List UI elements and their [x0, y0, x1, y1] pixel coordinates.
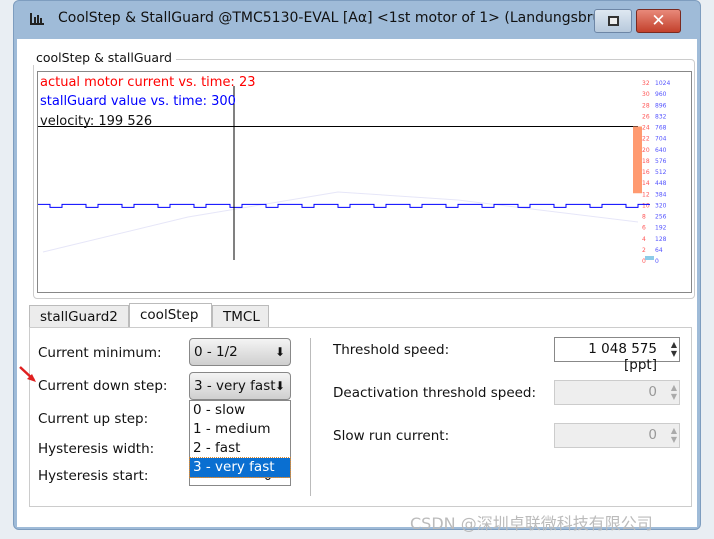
- right-tick-label: 256: [655, 214, 667, 221]
- red-arrow-annotation: [19, 366, 36, 382]
- coolstep-stallguard-window: CoolStep & StallGuard @TMC5130-EVAL [Aα]…: [13, 0, 701, 530]
- left-tick-label: 24: [642, 125, 650, 132]
- current-down-step-select[interactable]: 3 - very fast ⬇: [189, 372, 291, 400]
- tab-stallguard2[interactable]: stallGuard2: [29, 305, 129, 329]
- right-tick-label: 704: [655, 136, 667, 143]
- tab-tmcl[interactable]: TMCL: [212, 305, 269, 329]
- current-minimum-label: Current minimum:: [38, 345, 162, 361]
- threshold-speed-spinbox[interactable]: 1 048 575 [ppt] ▲ ▼: [554, 337, 680, 373]
- slow-run-current-label: Slow run current:: [333, 428, 450, 444]
- dropdown-option[interactable]: 0 - slow: [190, 401, 290, 420]
- coolstep-panel: Current minimum: 0 - 1/2 ⬇ Current down s…: [29, 327, 692, 507]
- current-minimum-value: 0 - 1/2: [194, 344, 238, 360]
- hysteresis-start-label: Hysteresis start:: [38, 468, 149, 484]
- current-down-step-dropdown: 0 - slow 1 - medium 2 - fast 3 - very fa…: [189, 400, 291, 478]
- tab-coolstep[interactable]: coolStep: [129, 303, 212, 330]
- close-button[interactable]: ✕: [636, 9, 681, 33]
- plot-area: 0 2 4 6 8 10 12 14 16 18 20 22 24 26 28 30 32 0 64 128 192 25…: [37, 71, 692, 293]
- spin-arrows-icon[interactable]: ▲ ▼: [671, 426, 677, 444]
- left-tick-label: 12: [642, 191, 650, 198]
- left-tick-label: 26: [642, 113, 650, 120]
- velocity-trace: [42, 191, 639, 253]
- left-tick-label: 10: [642, 202, 650, 209]
- deactivation-threshold-speed-label: Deactivation threshold speed:: [333, 385, 537, 401]
- right-tick-label: 1024: [655, 80, 670, 87]
- right-tick-label: 512: [655, 169, 667, 176]
- right-tick-label: 0: [655, 258, 659, 265]
- deactivation-threshold-speed-spinbox[interactable]: 0 ▲ ▼: [554, 380, 680, 405]
- current-bar: [633, 126, 642, 194]
- current-up-step-label: Current up step:: [38, 411, 149, 427]
- current-legend: actual motor current vs. time: 23: [40, 75, 256, 90]
- right-tick-label: 896: [655, 102, 667, 109]
- title-bar[interactable]: CoolStep & StallGuard @TMC5130-EVAL [Aα]…: [14, 1, 700, 39]
- left-tick-label: 28: [642, 102, 650, 109]
- stallguard-trace: [38, 203, 650, 208]
- left-tick-label: 4: [642, 236, 646, 243]
- group-title: coolStep & stallGuard: [32, 50, 176, 65]
- left-tick-label: 18: [642, 158, 650, 165]
- right-tick-label: 192: [655, 225, 667, 232]
- spin-arrows-icon[interactable]: ▲ ▼: [671, 340, 677, 358]
- right-tick-label: 64: [655, 247, 663, 254]
- maximize-icon: [608, 16, 619, 26]
- watermark: CSDN @深圳卓联微科技有限公司: [410, 514, 653, 533]
- dropdown-option[interactable]: 2 - fast: [190, 439, 290, 458]
- maximize-button[interactable]: [594, 9, 632, 33]
- divider: [310, 338, 311, 496]
- legend-swatch: [645, 256, 654, 260]
- window-title: CoolStep & StallGuard @TMC5130-EVAL [Aα]…: [58, 10, 624, 26]
- left-tick-label: 30: [642, 91, 650, 98]
- threshold-speed-value: 1 048 575 [ppt]: [588, 341, 657, 373]
- left-tick-label: 8: [642, 214, 646, 221]
- right-tick-label: 320: [655, 202, 667, 209]
- left-tick-label: 16: [642, 169, 650, 176]
- dropdown-option-selected[interactable]: 3 - very fast: [189, 457, 291, 478]
- deactivation-threshold-speed-value: 0: [648, 384, 657, 400]
- threshold-speed-label: Threshold speed:: [333, 342, 450, 358]
- right-tick-label: 960: [655, 91, 667, 98]
- right-tick-label: 448: [655, 180, 667, 187]
- hysteresis-width-label: Hysteresis width:: [38, 441, 155, 457]
- left-tick-label: 6: [642, 225, 646, 232]
- right-tick-label: 384: [655, 191, 667, 198]
- spin-arrows-icon[interactable]: ▲ ▼: [671, 383, 677, 401]
- left-tick-label: 2: [642, 247, 646, 254]
- left-tick-label: 20: [642, 147, 650, 154]
- right-tick-label: 128: [655, 236, 667, 243]
- window-content: coolStep & stallGuard 0 2 4 6 8 10 12 14 16 18 20 2…: [17, 39, 697, 527]
- chevron-down-icon: ⬇: [274, 379, 285, 393]
- current-down-step-label: Current down step:: [38, 378, 168, 394]
- left-tick-label: 14: [642, 180, 650, 187]
- left-tick-label: 32: [642, 80, 650, 87]
- dropdown-option[interactable]: 1 - medium: [190, 420, 290, 439]
- chart-icon: [30, 13, 44, 25]
- slow-run-current-spinbox[interactable]: 0 ▲ ▼: [554, 423, 680, 448]
- right-tick-label: 768: [655, 125, 667, 132]
- velocity-legend: velocity: 199 526: [40, 114, 153, 129]
- stallguard-legend: stallGuard value vs. time: 300: [40, 94, 236, 109]
- right-tick-label: 640: [655, 147, 667, 154]
- right-tick-label: 832: [655, 113, 667, 120]
- slow-run-current-value: 0: [648, 427, 657, 443]
- left-tick-label: 22: [642, 136, 650, 143]
- current-down-step-value: 3 - very fast: [194, 378, 276, 394]
- chevron-down-icon: ⬇: [274, 345, 285, 359]
- right-tick-label: 576: [655, 158, 667, 165]
- current-minimum-select[interactable]: 0 - 1/2 ⬇: [189, 338, 291, 366]
